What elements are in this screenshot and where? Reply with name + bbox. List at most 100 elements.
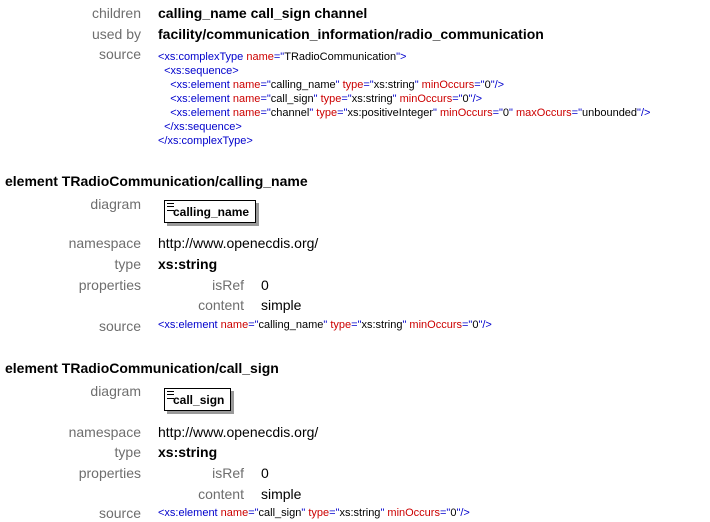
source-token: name — [232, 79, 261, 91]
source-token: <xs:element — [158, 507, 221, 519]
source-token: type — [320, 93, 342, 105]
source-token: name — [232, 107, 261, 119]
source-token: =" — [571, 107, 582, 119]
diagram-label: diagram — [90, 383, 141, 399]
isref-value: 0 — [261, 277, 269, 293]
source-label: source — [98, 46, 141, 62]
source-token: xs:string — [373, 79, 415, 91]
isref-label: isRef — [212, 277, 244, 293]
source-token: =" — [248, 507, 259, 519]
source-token: name — [220, 319, 249, 331]
source-token: <xs:element — [158, 319, 221, 331]
source-token: " — [414, 79, 422, 91]
diagram-label: diagram — [90, 196, 141, 212]
source-token: =" — [341, 93, 352, 105]
diagram-element-name: calling_name — [173, 205, 250, 219]
content-value: simple — [261, 486, 302, 502]
source-token: type — [342, 79, 364, 91]
source-code-block: <xs:complexType name="TRadioCommunicatio… — [158, 50, 650, 148]
source-token: minOccurs — [421, 79, 475, 91]
source-token: name — [232, 93, 261, 105]
source-token: xs:positiveInteger — [347, 107, 434, 119]
source-token: </xs:complexType> — [158, 135, 253, 147]
source-token: " — [509, 107, 517, 119]
properties-label: properties — [78, 277, 141, 293]
source-token: xs:string — [339, 507, 381, 519]
source-token: " — [433, 107, 441, 119]
source-line: <xs:complexType name="TRadioCommunicatio… — [158, 50, 650, 64]
source-token: <xs:element — [158, 93, 233, 105]
source-token: =" — [260, 107, 271, 119]
source-token: name — [246, 51, 274, 63]
source-token: <xs:sequence> — [158, 65, 239, 77]
element-icon — [167, 391, 174, 399]
type-label: type — [114, 444, 141, 460]
namespace-label: namespace — [68, 424, 141, 440]
source-code-line: <xs:element name="call_sign" type="xs:st… — [158, 506, 470, 520]
source-token: minOccurs — [440, 107, 493, 119]
isref-label: isRef — [212, 465, 244, 481]
type-label: type — [114, 256, 141, 272]
used-by-label: used by — [91, 26, 141, 42]
source-token: minOccurs — [409, 319, 462, 331]
source-line: <xs:element name="calling_name" type="xs… — [158, 78, 650, 92]
source-token: minOccurs — [399, 93, 453, 105]
diagram-element-name: call_sign — [173, 393, 225, 407]
source-token: "/> — [637, 107, 651, 119]
source-token: "/> — [456, 507, 470, 519]
type-value: xs:string — [158, 444, 218, 460]
source-token: =" — [461, 319, 473, 331]
source-token: <xs:complexType — [158, 51, 247, 63]
properties-label: properties — [78, 465, 141, 481]
source-token: calling_name — [270, 79, 336, 91]
source-token: call_sign — [270, 93, 314, 105]
section-heading-calling-name: element TRadioCommunication/calling_name — [5, 173, 308, 189]
source-token: TRadioCommunication — [284, 51, 397, 63]
source-token: =" — [260, 79, 271, 91]
source-token: channel — [270, 107, 310, 119]
element-icon — [167, 203, 174, 211]
children-value[interactable]: calling_name call_sign channel — [158, 5, 367, 21]
source-token: =" — [260, 93, 271, 105]
source-token: "> — [396, 51, 407, 63]
source-token: " — [335, 79, 343, 91]
namespace-value: http://www.openecdis.org/ — [158, 424, 319, 440]
source-line: <xs:element name="calling_name" type="xs… — [158, 318, 492, 332]
source-label: source — [98, 318, 141, 334]
content-label: content — [198, 486, 244, 502]
source-token: <xs:element — [158, 79, 233, 91]
source-token: =" — [452, 93, 463, 105]
source-label: source — [98, 505, 141, 521]
source-token: </xs:sequence> — [158, 121, 242, 133]
source-token: minOccurs — [387, 507, 440, 519]
namespace-value: http://www.openecdis.org/ — [158, 235, 319, 251]
source-code-line: <xs:element name="calling_name" type="xs… — [158, 318, 492, 332]
source-token: =" — [351, 319, 362, 331]
children-label: children — [91, 5, 141, 21]
source-token: =" — [474, 79, 485, 91]
source-token: xs:string — [351, 93, 393, 105]
namespace-label: namespace — [68, 235, 141, 251]
type-value: xs:string — [158, 256, 218, 272]
used-by-value[interactable]: facility/communication_information/radio… — [158, 26, 544, 42]
diagram-element-box[interactable]: call_sign — [164, 388, 232, 411]
section-heading-call-sign: element TRadioCommunication/call_sign — [5, 360, 279, 376]
isref-value: 0 — [261, 465, 269, 481]
source-token: maxOccurs — [516, 107, 572, 119]
source-token: =" — [273, 51, 285, 63]
source-token: type — [308, 507, 330, 519]
source-token: =" — [439, 507, 451, 519]
source-token: type — [330, 319, 352, 331]
source-token: =" — [492, 107, 503, 119]
source-token: <xs:element — [158, 107, 233, 119]
source-line: <xs:element name="call_sign" type="xs:st… — [158, 506, 470, 520]
source-token: " — [313, 93, 321, 105]
diagram-element-box[interactable]: calling_name — [164, 200, 257, 223]
source-token: =" — [329, 507, 340, 519]
source-line: </xs:complexType> — [158, 134, 650, 148]
source-token: =" — [337, 107, 348, 119]
source-token: calling_name — [258, 319, 324, 331]
source-token: name — [220, 507, 249, 519]
source-line: <xs:sequence> — [158, 64, 650, 78]
content-label: content — [198, 297, 244, 313]
